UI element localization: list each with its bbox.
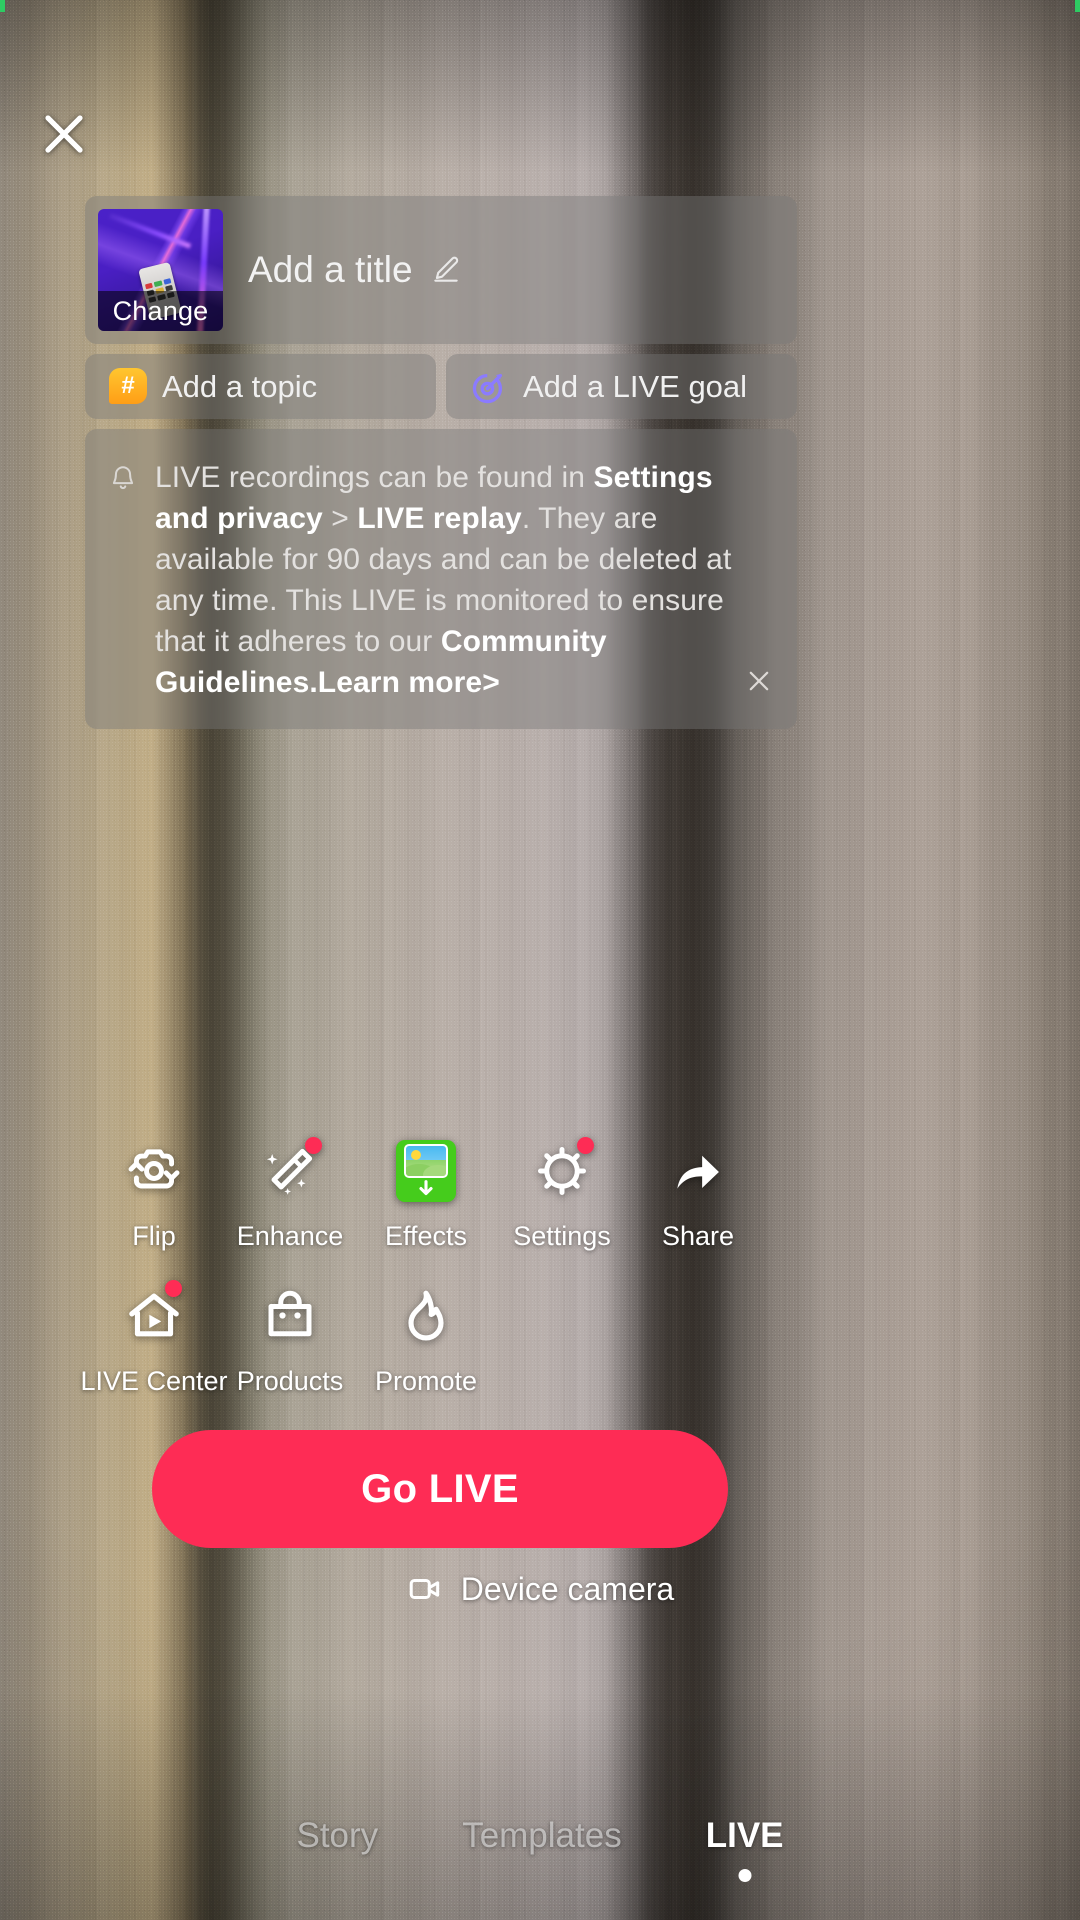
bottom-tab-bar: Story Templates LIVE: [0, 1816, 1080, 1882]
setup-panel: Change Add a title # Add a topic Add a L…: [85, 196, 797, 729]
settings-badge-dot: [577, 1137, 594, 1154]
bell-icon: [107, 457, 139, 703]
shopping-bag-icon: [254, 1280, 326, 1352]
close-button[interactable]: [38, 108, 90, 160]
promote-label: Promote: [374, 1366, 478, 1396]
dismiss-notice-button[interactable]: [739, 661, 779, 701]
pencil-icon: [433, 256, 458, 282]
close-icon: [749, 671, 769, 691]
action-row-1: Flip Enhance Effects Settings Share: [86, 1135, 826, 1252]
share-button[interactable]: Share: [630, 1135, 766, 1252]
device-camera-label: Device camera: [460, 1570, 675, 1607]
action-grid: Flip Enhance Effects Settings Share LIVE…: [80, 1135, 826, 1397]
effects-image-icon: [390, 1135, 462, 1207]
status-edge-right: [1075, 0, 1080, 12]
share-label: Share: [661, 1221, 735, 1251]
device-camera-selector[interactable]: Device camera: [0, 1570, 1080, 1608]
tab-live-label: LIVE: [705, 1816, 784, 1855]
title-card[interactable]: Change Add a title: [85, 196, 797, 344]
close-icon: [45, 115, 83, 153]
enhance-label: Enhance: [236, 1221, 344, 1251]
action-row-2: LIVE Center Products Promote: [80, 1280, 826, 1397]
tab-story[interactable]: Story: [296, 1816, 378, 1856]
enhance-button[interactable]: Enhance: [222, 1135, 358, 1252]
camera-flip-icon: [118, 1135, 190, 1207]
add-live-goal-button[interactable]: Add a LIVE goal: [446, 354, 797, 419]
products-label: Products: [236, 1366, 344, 1396]
status-edge-left: [0, 0, 5, 12]
enhance-badge-dot: [305, 1137, 322, 1154]
settings-label: Settings: [513, 1221, 611, 1251]
cover-thumbnail[interactable]: Change: [98, 209, 223, 331]
products-button[interactable]: Products: [222, 1280, 358, 1397]
live-center-house-icon: [118, 1280, 190, 1352]
neon-strip-top: [109, 213, 192, 249]
title-input-area[interactable]: Add a title: [223, 196, 797, 344]
video-camera-icon: [409, 1578, 439, 1600]
effects-label: Effects: [384, 1221, 468, 1251]
promote-button[interactable]: Promote: [358, 1280, 494, 1397]
chip-row: # Add a topic Add a LIVE goal: [85, 354, 797, 419]
flame-icon: [390, 1280, 462, 1352]
live-center-button[interactable]: LIVE Center: [80, 1280, 228, 1397]
go-live-button[interactable]: Go LIVE: [152, 1430, 728, 1548]
add-live-goal-label: Add a LIVE goal: [523, 368, 748, 404]
target-dart-icon: [470, 368, 508, 406]
magic-wand-icon: [254, 1135, 326, 1207]
live-replay-notice: LIVE recordings can be found in Settings…: [85, 429, 797, 729]
live-center-label: LIVE Center: [80, 1366, 228, 1396]
effects-button[interactable]: Effects: [358, 1135, 494, 1252]
tab-live[interactable]: LIVE: [705, 1816, 784, 1882]
title-placeholder: Add a title: [248, 249, 413, 290]
active-tab-indicator: [738, 1869, 752, 1882]
settings-button[interactable]: Settings: [494, 1135, 630, 1252]
share-arrow-icon: [662, 1135, 734, 1207]
flip-button[interactable]: Flip: [86, 1135, 222, 1252]
add-topic-label: Add a topic: [162, 368, 318, 404]
notice-text[interactable]: LIVE recordings can be found in Settings…: [155, 457, 775, 703]
change-cover-label[interactable]: Change: [98, 291, 223, 331]
add-topic-button[interactable]: # Add a topic: [85, 354, 436, 419]
live-setup-screen: Change Add a title # Add a topic Add a L…: [0, 0, 1080, 1920]
tab-templates[interactable]: Templates: [462, 1816, 622, 1856]
flip-label: Flip: [132, 1221, 176, 1251]
live-center-badge-dot: [165, 1280, 182, 1297]
gear-icon: [526, 1135, 598, 1207]
hashtag-bubble-icon: #: [109, 367, 147, 406]
